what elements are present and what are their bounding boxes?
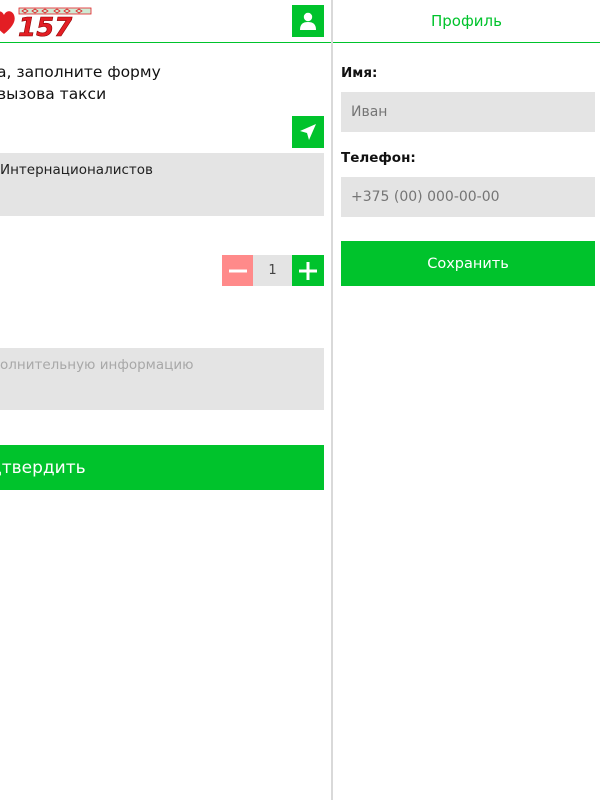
order-panel: 157 а, заполните форму вызова такси Инте… [0,0,332,800]
passenger-stepper: 1 [222,255,324,286]
instructions-line-2: вызова такси [0,85,107,103]
phone-field[interactable] [341,177,595,217]
name-label: Имя: [341,65,378,81]
profile-panel: Профиль Имя: Телефон: Сохранить [333,0,600,800]
save-button[interactable]: Сохранить [341,241,595,286]
logo-number: 157 [18,13,73,38]
profile-title: Профиль [431,12,502,30]
address-field[interactable]: Интернационалистов [0,153,324,216]
comment-field[interactable] [0,348,324,410]
app-logo: 157 [0,4,102,38]
geolocate-button[interactable] [292,116,324,148]
logo-graphic: 157 [0,7,92,38]
minus-icon [228,269,247,272]
plus-icon [299,261,317,280]
profile-button[interactable] [292,5,324,37]
decrease-button[interactable] [222,255,253,286]
user-icon [300,12,316,30]
passenger-count[interactable]: 1 [253,255,292,286]
profile-header-underline [333,42,600,43]
confirm-button[interactable]: дтвердить [0,445,324,490]
phone-label: Телефон: [341,150,416,166]
header-underline [0,42,332,43]
increase-button[interactable] [292,255,324,286]
navigation-arrow-icon [300,124,316,140]
instructions-line-1: а, заполните форму [0,63,161,81]
heart-icon [0,11,15,34]
name-field[interactable] [341,92,595,132]
order-instructions: а, заполните форму вызова такси [0,61,327,105]
